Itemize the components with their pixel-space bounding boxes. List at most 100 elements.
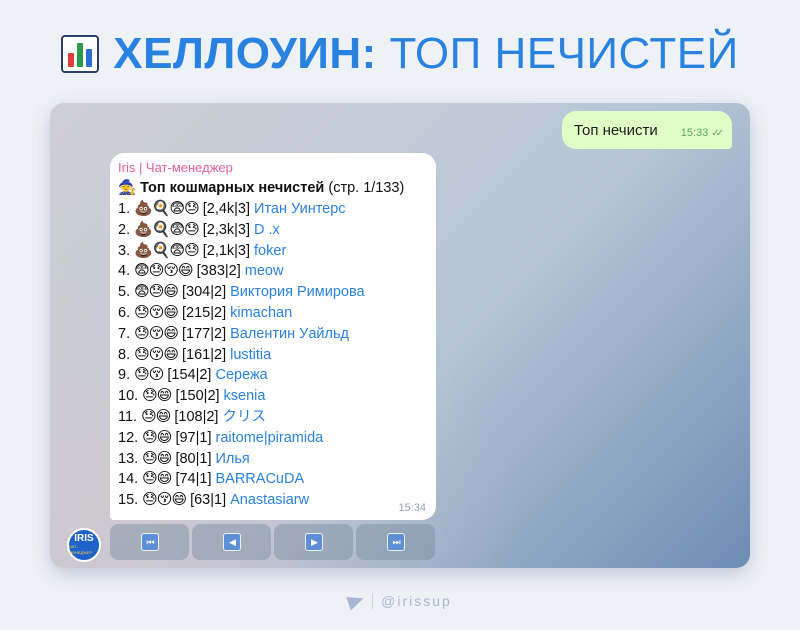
list-item: 11. 😓😄 [108|2] クリス — [118, 407, 426, 428]
rank-number: 8. — [118, 346, 131, 363]
score-stats: [154|2] — [167, 367, 212, 384]
rank-number: 11. — [118, 408, 138, 425]
list-item: 6. 😓😚😄 [215|2] kimachan — [118, 303, 426, 324]
page-title: ХЕЛЛОУИН: ТОП НЕЧИСТЕЙ — [113, 29, 738, 79]
rank-number: 1. — [118, 201, 131, 217]
score-stats: [74|1] — [175, 471, 212, 488]
score-stats: [80|1] — [175, 450, 212, 467]
next-page-button[interactable]: ▶ — [274, 524, 353, 560]
list-item: 15. 😓😚😄 [63|1] Anastasiarw — [118, 490, 426, 511]
score-stats: [177|2] — [182, 325, 227, 342]
last-page-icon: ⏭ — [386, 533, 405, 551]
user-link[interactable]: Итан Уинтерс — [254, 199, 346, 220]
emoji-badges: 😓😚😄 — [134, 345, 179, 363]
score-stats: [97|1] — [175, 429, 212, 446]
score-stats: [2,1k|3] — [202, 242, 251, 259]
avatar-line1: IRIS — [74, 533, 94, 544]
title-rest: ТОП НЕЧИСТЕЙ — [389, 29, 739, 78]
page-footer: @irissup — [0, 588, 800, 614]
title-bold: ХЕЛЛОУИН: — [113, 29, 377, 78]
list-item: 10. 😓😄 [150|2] ksenia — [118, 386, 426, 407]
rank-number: 13. — [118, 450, 139, 467]
rank-number: 15. — [118, 492, 139, 509]
user-link[interactable]: Виктория Римирова — [230, 282, 364, 303]
list-item: 7. 😓😚😄 [177|2] Валентин Уайльд — [118, 324, 426, 345]
score-stats: [383|2] — [196, 263, 241, 280]
score-stats: [108|2] — [174, 408, 219, 425]
incoming-message[interactable]: Iris | Чат-менеджер 🧙 Топ кошмарных нечи… — [110, 153, 436, 520]
outgoing-message-time: 15:33 — [680, 127, 709, 139]
emoji-badges: 😓😚😄 — [142, 491, 187, 509]
emoji-badges: 😨😓😚😄 — [134, 262, 194, 280]
emoji-badges: 😓😚😄 — [134, 324, 179, 342]
avatar[interactable]: IRIS ЧАТ-МЕНЕДЖЕР — [67, 528, 101, 562]
user-link[interactable]: Илья — [215, 449, 249, 470]
outgoing-message-text: Топ нечисти — [574, 121, 658, 139]
user-link[interactable]: Сережа — [215, 365, 267, 386]
user-link[interactable]: ksenia — [224, 386, 266, 407]
user-link[interactable]: meow — [245, 261, 284, 282]
last-page-button[interactable]: ⏭ — [356, 524, 435, 560]
list-item: 13. 😓😄 [80|1] Илья — [118, 449, 426, 470]
footer-handle[interactable]: @irissup — [381, 593, 452, 609]
emoji-badges: 😓😄 — [142, 470, 172, 488]
prev-page-icon: ◀ — [222, 533, 241, 551]
message-sender[interactable]: Iris | Чат-менеджер — [118, 159, 426, 177]
list-item: 5. 😨😓😄 [304|2] Виктория Римирова — [118, 282, 426, 303]
list-item: 14. 😓😄 [74|1] BARRACuDA — [118, 469, 426, 490]
bar-chart-icon — [61, 35, 100, 73]
avatar-line2: ЧАТ-МЕНЕДЖЕР — [69, 544, 93, 555]
heading-page: (стр. 1/133) — [328, 180, 405, 196]
first-page-icon: ⏮ — [140, 533, 159, 551]
emoji-badges: 😓😚 — [134, 366, 164, 384]
score-stats: [150|2] — [175, 388, 220, 405]
list-item: 4. 😨😓😚😄 [383|2] meow — [118, 261, 426, 282]
prev-page-button[interactable]: ◀ — [192, 524, 271, 560]
emoji-badges: 💩🍳😨😓 — [134, 241, 200, 259]
score-stats: [63|1] — [190, 492, 227, 509]
user-link[interactable]: BARRACuDA — [215, 469, 304, 490]
list-item: 12. 😓😄 [97|1] raitome|piramida — [118, 428, 426, 449]
rank-number: 6. — [118, 304, 131, 321]
score-stats: [2,3k|3] — [202, 221, 251, 238]
user-link[interactable]: lustitia — [230, 345, 271, 366]
list-item: 1. 💩🍳😨😓 [2,4k|3] Итан Уинтерс — [118, 199, 426, 220]
rank-number: 10. — [118, 388, 139, 405]
emoji-badges: 😓😄 — [141, 407, 171, 425]
list-item: 8. 😓😚😄 [161|2] lustitia — [118, 345, 426, 366]
wizard-icon: 🧙 — [118, 180, 137, 196]
emoji-badges: 😓😄 — [142, 387, 172, 405]
rank-number: 2. — [118, 221, 131, 238]
user-link[interactable]: D .x — [254, 220, 280, 241]
rank-number: 5. — [118, 284, 131, 301]
double-check-icon: ✓✓ — [711, 127, 724, 139]
list-item: 3. 💩🍳😨😓 [2,1k|3] foker — [118, 241, 426, 262]
emoji-badges: 💩🍳😨😓 — [134, 200, 200, 217]
next-page-icon: ▶ — [304, 533, 323, 551]
page-header: ХЕЛЛОУИН: ТОП НЕЧИСТЕЙ — [0, 26, 800, 82]
first-page-button[interactable]: ⏮ — [110, 524, 189, 560]
score-stats: [304|2] — [182, 284, 227, 301]
rank-number: 4. — [118, 263, 131, 280]
user-link[interactable]: kimachan — [230, 303, 292, 324]
user-link[interactable]: クリス — [222, 407, 266, 428]
user-link[interactable]: foker — [254, 241, 286, 262]
message-heading: 🧙 Топ кошмарных нечистей (стр. 1/133) — [118, 177, 426, 199]
heading-bold: Топ кошмарных нечистей — [140, 180, 325, 196]
rank-number: 14. — [118, 471, 139, 488]
emoji-badges: 😨😓😄 — [134, 283, 179, 301]
telegram-chat-screen: Топ нечисти 15:33 ✓✓ Iris | Чат-менеджер… — [50, 103, 750, 568]
incoming-message-time: 15:34 — [398, 502, 426, 514]
outgoing-message-meta: 15:33 ✓✓ — [680, 127, 724, 139]
rank-number: 9. — [118, 367, 131, 384]
user-link[interactable]: Anastasiarw — [230, 490, 309, 511]
telegram-plane-icon — [346, 591, 367, 611]
user-link[interactable]: raitome|piramida — [215, 428, 323, 449]
list-item: 2. 💩🍳😨😓 [2,3k|3] D .x — [118, 220, 426, 241]
user-link[interactable]: Валентин Уайльд — [230, 324, 349, 345]
footer-divider — [372, 593, 374, 609]
emoji-badges: 😓😄 — [142, 428, 172, 446]
outgoing-message[interactable]: Топ нечисти 15:33 ✓✓ — [562, 111, 732, 149]
rank-number: 7. — [118, 325, 131, 342]
emoji-badges: 😓😄 — [142, 449, 172, 467]
